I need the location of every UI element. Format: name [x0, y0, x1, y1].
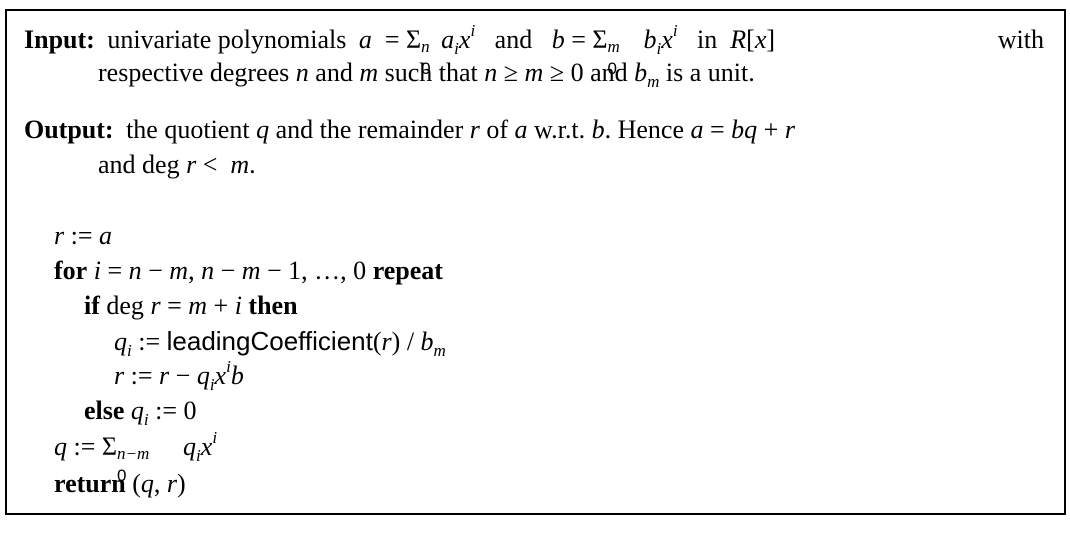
code-line-8: return (q, r): [54, 469, 186, 498]
code-line-1: r := a: [54, 221, 113, 250]
code-line-7: q := Σn−m 0 qixi: [54, 428, 218, 485]
code-line-5: r := r − qixib: [114, 357, 244, 395]
deg-operator: deg: [106, 291, 144, 320]
output-line-1: Output: the quotient q and the remainder…: [24, 115, 795, 144]
keyword-if: if: [84, 291, 100, 320]
keyword-repeat: repeat: [372, 256, 443, 285]
output-line-2: and deg r < m.: [98, 150, 256, 179]
code-line-2: for i = n − m, n − m − 1, …, 0 repeat: [54, 256, 443, 285]
input-label: Input:: [24, 25, 95, 54]
input-line-1: Input: univariate polynomials a = Σn 0 aix…: [24, 21, 1044, 78]
code-line-6: else qi := 0: [84, 396, 197, 430]
code-line-4: qi := leadingCoefficient(r) / bm: [114, 326, 446, 361]
keyword-for: for: [54, 256, 88, 285]
keyword-return: return: [54, 469, 126, 498]
keyword-else: else: [84, 396, 125, 425]
input-line-2: respective degrees n and m such that n ≥…: [98, 58, 755, 92]
code-line-3: if deg r = m + i then: [84, 291, 298, 320]
output-label: Output:: [24, 115, 114, 144]
function-name: leadingCoefficient: [166, 326, 373, 356]
keyword-then: then: [248, 291, 298, 320]
